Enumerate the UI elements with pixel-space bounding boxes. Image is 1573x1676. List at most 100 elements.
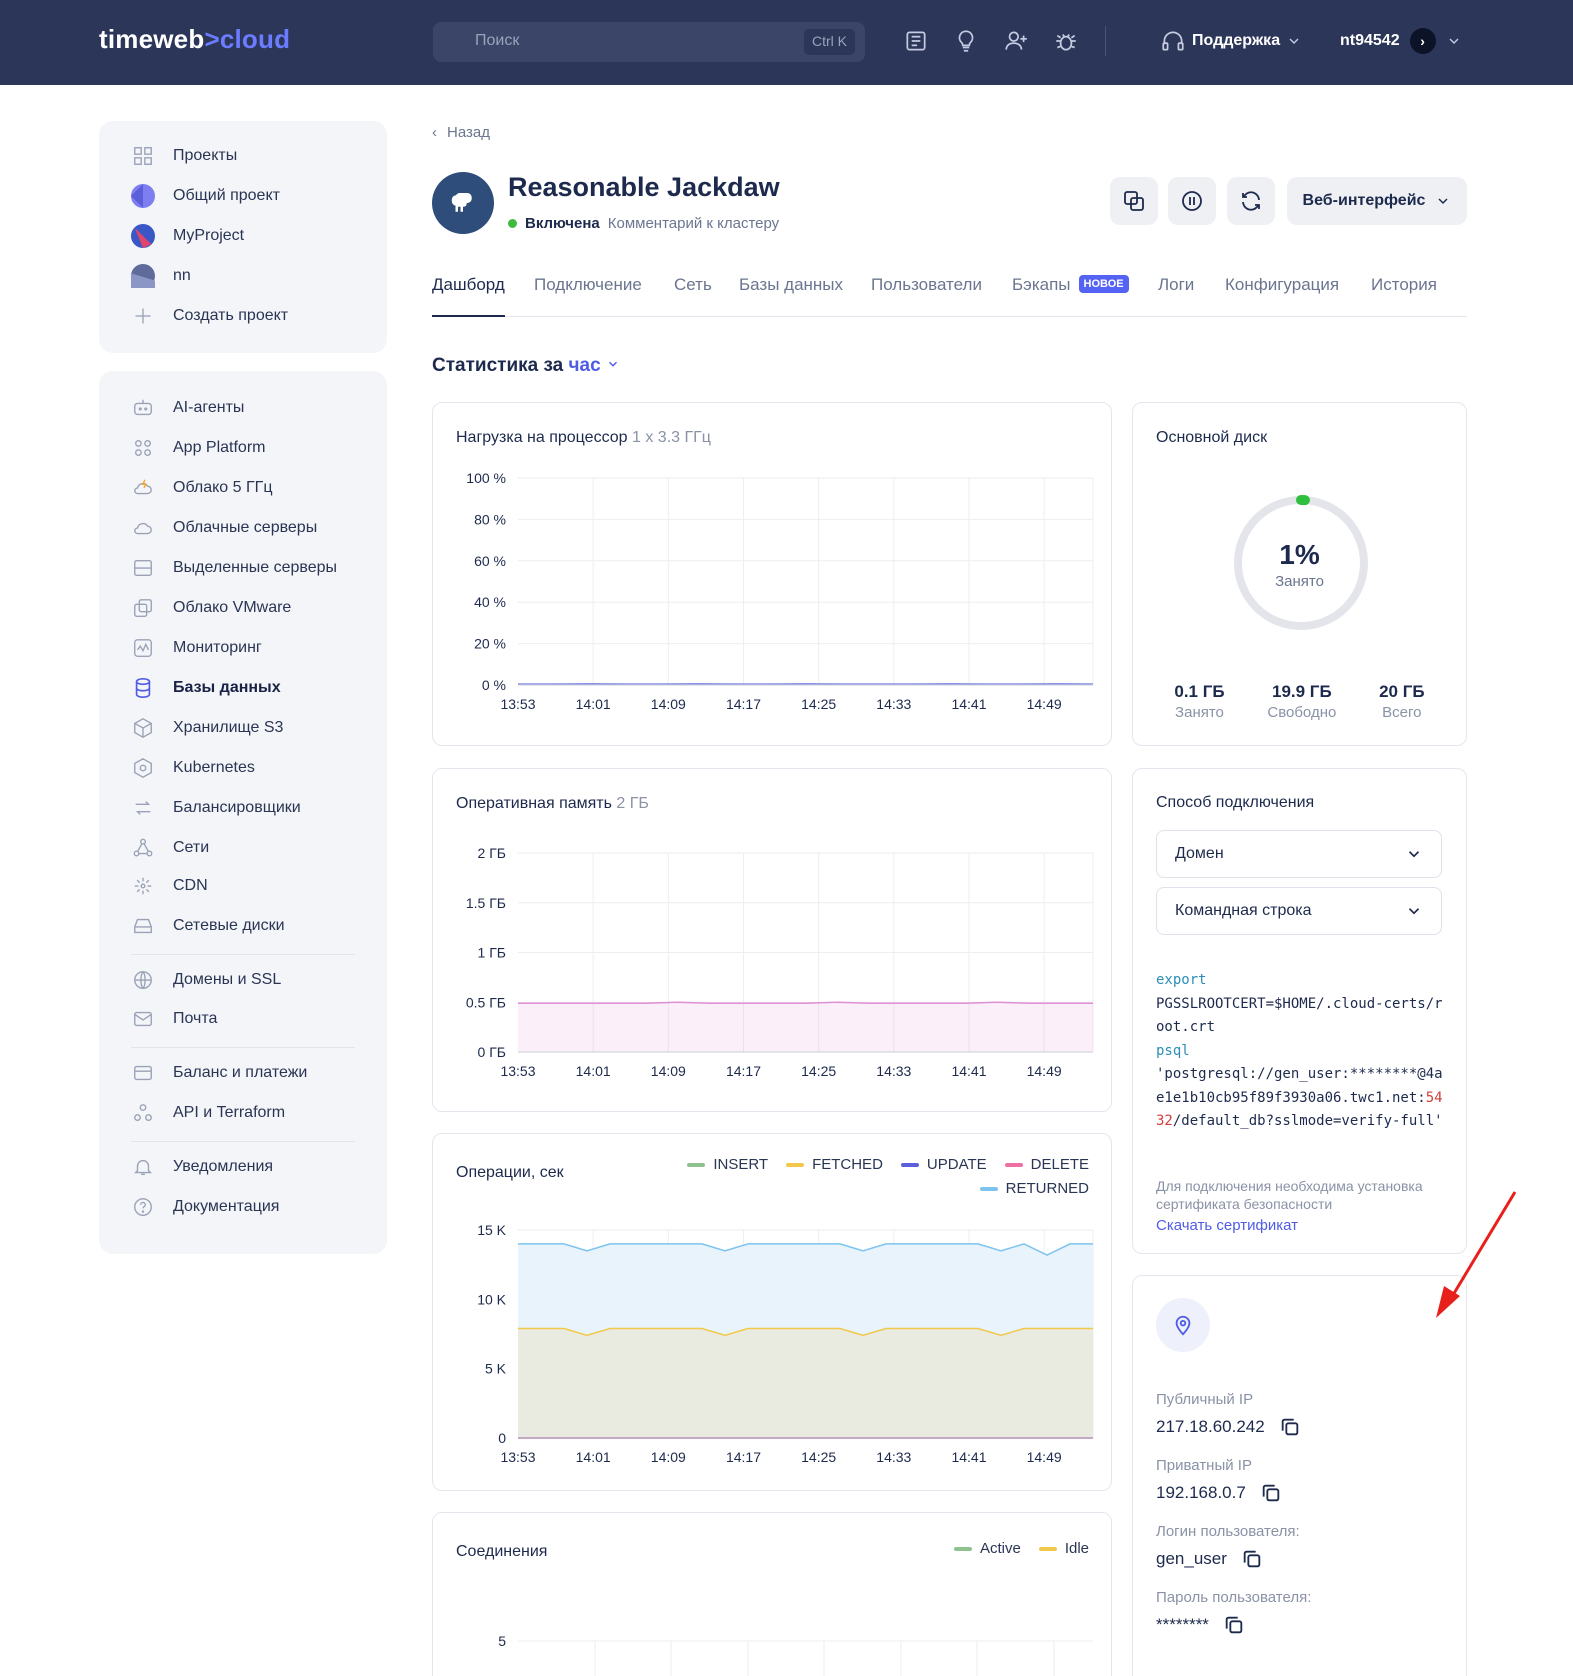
copy-icon[interactable] <box>1223 1614 1245 1636</box>
public-ip-label: Публичный IP <box>1156 1391 1254 1408</box>
login-label: Логин пользователя: <box>1156 1523 1300 1540</box>
sidebar-item-myproject[interactable]: MyProject <box>131 224 244 248</box>
disk-percent: 1% <box>1279 539 1320 570</box>
sidebar-item-notifications[interactable]: Уведомления <box>131 1155 273 1179</box>
tab-connection[interactable]: Подключение <box>534 275 642 317</box>
pause-button[interactable] <box>1168 177 1216 225</box>
sidebar-item-api[interactable]: API и Terraform <box>131 1101 285 1125</box>
location-pin-icon <box>1156 1298 1210 1352</box>
chevron-down-icon <box>1289 38 1299 44</box>
x-tick-label: 14:33 <box>876 1449 911 1465</box>
y-tick-label: 40 % <box>474 594 506 610</box>
grid-icon <box>131 144 155 168</box>
tab-history[interactable]: История <box>1371 275 1437 317</box>
status-dot <box>508 219 517 228</box>
project-avatar-icon <box>131 224 155 248</box>
chevron-down-icon <box>1408 851 1420 858</box>
bug-icon[interactable] <box>1053 28 1079 54</box>
user-menu[interactable]: nt94542 › <box>1340 28 1462 54</box>
sidebar-item-cdn[interactable]: CDN <box>131 874 208 898</box>
sidebar-item-databases[interactable]: Базы данных <box>131 676 281 700</box>
sidebar-item-docs[interactable]: Документация <box>131 1195 279 1219</box>
y-tick-label: 10 K <box>477 1291 506 1307</box>
y-tick-label: 0 <box>498 1430 506 1446</box>
copy-icon[interactable] <box>1260 1482 1282 1504</box>
comment-link[interactable]: Комментарий к кластеру <box>608 215 779 232</box>
sidebar-item-ai-agents[interactable]: AI-агенты <box>131 396 244 420</box>
cdn-icon <box>131 874 155 898</box>
series-area-fetched <box>518 1328 1093 1438</box>
x-tick-label: 14:01 <box>576 1063 611 1079</box>
support-menu[interactable]: Поддержка <box>1160 28 1302 54</box>
chevron-left-icon: ‹ <box>432 124 437 141</box>
tab-configuration[interactable]: Конфигурация <box>1225 275 1339 317</box>
server-icon <box>131 556 155 580</box>
sidebar-item-kubernetes[interactable]: Kubernetes <box>131 756 255 780</box>
back-link[interactable]: ‹ Назад <box>432 124 490 141</box>
lightbulb-icon[interactable] <box>953 28 979 54</box>
stats-period-selector[interactable]: Статистика за час <box>432 355 620 377</box>
connection-method-select[interactable]: Домен <box>1156 830 1442 878</box>
services-panel: AI-агенты App Platform Облако 5 ГГц Обла… <box>99 371 387 1254</box>
certificate-note: Для подключения необходима установка сер… <box>1156 1178 1423 1212</box>
y-tick-label: 0.5 ГБ <box>466 994 506 1010</box>
logo[interactable]: timeweb>cloud <box>99 24 290 55</box>
clone-button[interactable] <box>1110 177 1158 225</box>
copy-icon[interactable] <box>1279 1416 1301 1438</box>
sidebar-item-balancers[interactable]: Балансировщики <box>131 796 301 820</box>
restart-button[interactable] <box>1227 177 1275 225</box>
cloud-icon <box>131 516 155 540</box>
sidebar-item-domains[interactable]: Домены и SSL <box>131 968 281 992</box>
y-tick-label: 0 ГБ <box>478 1044 506 1060</box>
chevron-down-icon <box>1438 198 1448 205</box>
download-certificate-link[interactable]: Скачать сертификат <box>1156 1217 1298 1234</box>
copy-icon[interactable] <box>1241 1548 1263 1570</box>
sidebar-item-network-disks[interactable]: Сетевые диски <box>131 914 285 938</box>
y-tick-label: 80 % <box>474 511 506 527</box>
connection-method-card: Способ подключения Домен Командная строк… <box>1132 768 1467 1254</box>
sidebar-item-vmware[interactable]: Облако VMware <box>131 596 291 620</box>
x-tick-label: 14:41 <box>951 696 986 712</box>
disk-icon <box>131 914 155 938</box>
sidebar-item-dedicated-servers[interactable]: Выделенные серверы <box>131 556 337 580</box>
tab-databases[interactable]: Базы данных <box>739 275 843 317</box>
elephant-icon <box>432 172 494 234</box>
balancer-icon <box>131 796 155 820</box>
sidebar-item-general-project[interactable]: Общий проект <box>131 184 280 208</box>
sidebar-item-monitoring[interactable]: Мониторинг <box>131 636 262 660</box>
search-box[interactable]: Ctrl K <box>433 22 865 62</box>
tab-logs[interactable]: Логи <box>1158 275 1194 317</box>
cpu-chart-card: Нагрузка на процессор 1 x 3.3 ГГц 0 % 20 … <box>432 402 1112 746</box>
sidebar-item-cloud-5ghz[interactable]: Облако 5 ГГц <box>131 476 272 500</box>
y-tick-label: 1.5 ГБ <box>466 895 506 911</box>
database-icon <box>131 676 155 700</box>
tab-backups[interactable]: Бэкапы НОВОЕ <box>1012 275 1129 317</box>
username: nt94542 <box>1340 32 1400 49</box>
web-interface-button[interactable]: Веб-интерфейс <box>1287 177 1467 225</box>
create-project-button[interactable]: Создать проект <box>131 304 288 328</box>
tab-users[interactable]: Пользователи <box>871 275 982 317</box>
tab-dashboard[interactable]: Дашборд <box>432 275 505 317</box>
sidebar-item-projects[interactable]: Проекты <box>131 144 237 168</box>
sidebar-item-nn[interactable]: nn <box>131 264 191 288</box>
sidebar-item-mail[interactable]: Почта <box>131 1007 217 1031</box>
tab-network[interactable]: Сеть <box>674 275 712 317</box>
search-input[interactable] <box>475 32 775 50</box>
add-user-icon[interactable] <box>1003 28 1029 54</box>
cluster-status: Включена Комментарий к кластеру <box>508 215 779 232</box>
sidebar-item-networks[interactable]: Сети <box>131 836 209 860</box>
connection-command[interactable]: export PGSSLROOTCERT=$HOME/.cloud-certs/… <box>1156 969 1446 1134</box>
sidebar-item-s3[interactable]: Хранилище S3 <box>131 716 283 740</box>
search-shortcut: Ctrl K <box>804 29 855 55</box>
sidebar-item-app-platform[interactable]: App Platform <box>131 436 265 460</box>
client-select[interactable]: Командная строка <box>1156 887 1442 935</box>
vmware-icon <box>131 596 155 620</box>
sidebar-item-billing[interactable]: Баланс и платежи <box>131 1061 307 1085</box>
disk-free: 19.9 ГБ Свободно <box>1267 682 1337 721</box>
news-icon[interactable] <box>903 28 929 54</box>
sidebar-item-cloud-servers[interactable]: Облачные серверы <box>131 516 317 540</box>
x-tick-label: 14:17 <box>726 1063 761 1079</box>
chevron-down-icon <box>608 361 617 367</box>
chevron-down-icon <box>1408 908 1420 915</box>
x-tick-label: 14:09 <box>651 696 686 712</box>
